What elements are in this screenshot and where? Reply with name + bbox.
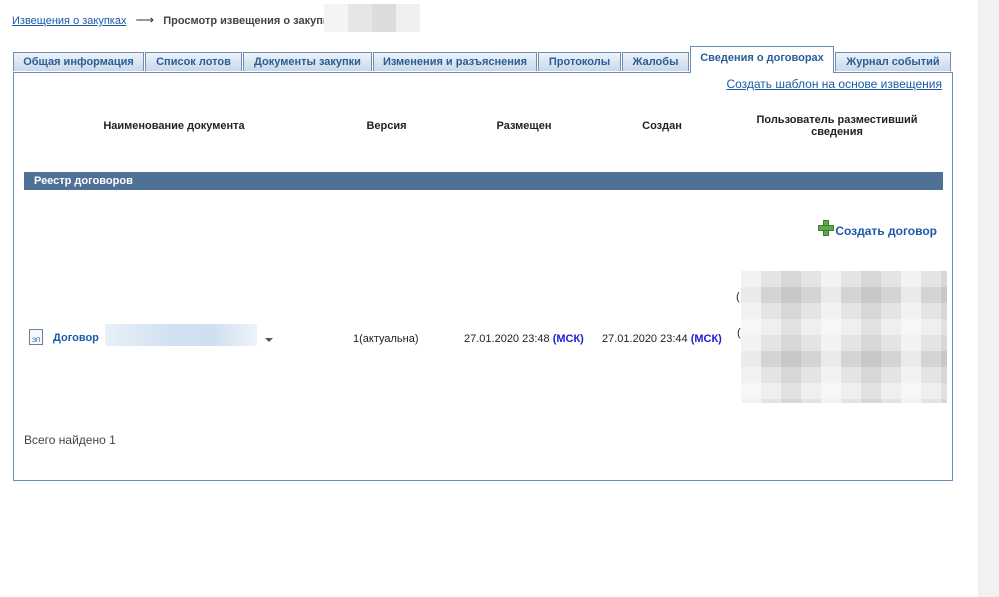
tab-event-log[interactable]: Журнал событий [835, 52, 951, 71]
total-count: Всего найдено 1 [24, 433, 116, 447]
chevron-down-icon[interactable] [265, 338, 273, 342]
create-contract-button[interactable]: Создать договор [818, 220, 937, 239]
create-template-link[interactable]: Создать шаблон на основе извещения [726, 77, 942, 91]
breadcrumb: Извещения о закупках ⟶ Просмотр извещени… [12, 12, 335, 28]
contract-created: 27.01.2020 23:44 (МСК) [602, 333, 722, 345]
signed-document-icon: ЭП [29, 329, 43, 345]
contract-version: 1(актуальна) [353, 333, 419, 345]
tab-changes[interactable]: Изменения и разъяснения [373, 52, 537, 71]
placed-time: 27.01.2020 23:48 [464, 333, 550, 345]
redacted-contract-name [105, 324, 257, 346]
column-header-user: Пользователь разместивший сведения [756, 114, 918, 138]
tab-documents[interactable]: Документы закупки [243, 52, 372, 71]
created-timezone: (МСК) [690, 333, 722, 345]
vertical-scrollbar-track[interactable] [978, 0, 999, 597]
column-header-created: Создан [642, 120, 682, 132]
contract-placed: 27.01.2020 23:48 (МСК) [464, 333, 584, 345]
tab-complaints[interactable]: Жалобы [622, 52, 689, 71]
section-contract-registry: Реестр договоров [24, 172, 943, 190]
plus-icon [818, 220, 835, 236]
breadcrumb-root-link[interactable]: Извещения о закупках [12, 15, 126, 27]
redacted-notice-number [324, 4, 420, 32]
contracts-panel: Создать шаблон на основе извещения Наиме… [13, 72, 953, 481]
tab-general-info[interactable]: Общая информация [13, 52, 144, 71]
tab-lots[interactable]: Список лотов [145, 52, 242, 71]
column-header-name: Наименование документа [103, 120, 245, 132]
tab-contracts[interactable]: Сведения о договорах [690, 46, 834, 73]
create-contract-label: Создать договор [835, 224, 937, 238]
column-header-placed: Размещен [496, 120, 552, 132]
tab-protocols[interactable]: Протоколы [538, 52, 621, 71]
created-time: 27.01.2020 23:44 [602, 333, 688, 345]
redacted-user-info [741, 271, 947, 403]
contract-document-link[interactable]: Договор [53, 332, 99, 344]
column-header-version: Версия [366, 120, 407, 132]
breadcrumb-current: Просмотр извещения о закупке [163, 15, 335, 27]
arrow-right-icon: ⟶ [135, 12, 155, 27]
user-text-fragment: ( [736, 291, 740, 303]
placed-timezone: (МСК) [552, 333, 584, 345]
